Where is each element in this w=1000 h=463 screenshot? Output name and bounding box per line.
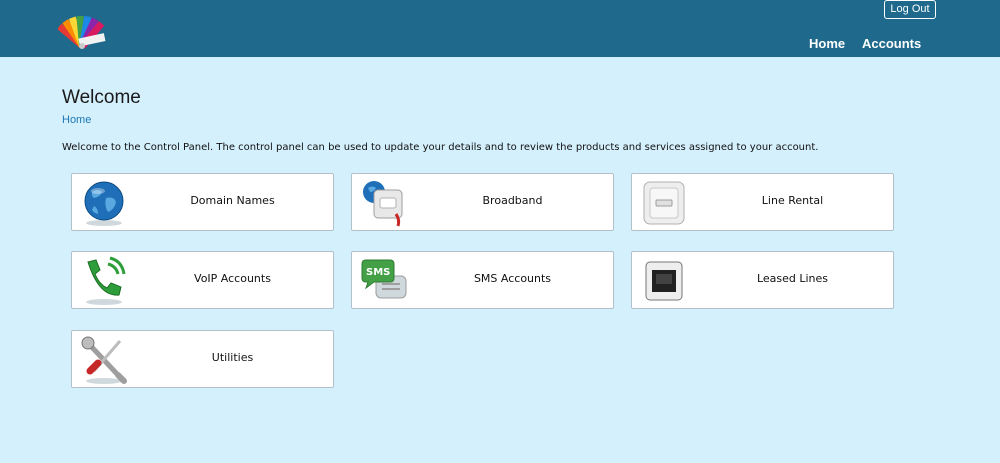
tools-icon bbox=[80, 335, 128, 385]
nav-accounts[interactable]: Accounts bbox=[862, 36, 921, 51]
logout-button[interactable]: Log Out bbox=[884, 0, 936, 19]
tile-broadband[interactable]: Broadband bbox=[351, 173, 614, 231]
tile-label: Domain Names bbox=[190, 194, 275, 207]
tile-label: VoIP Accounts bbox=[194, 272, 271, 285]
nav-home[interactable]: Home bbox=[809, 36, 845, 51]
globe-icon bbox=[80, 178, 128, 228]
sms-bubble-icon: SMS bbox=[360, 256, 408, 306]
page-title: Welcome bbox=[62, 87, 141, 108]
tile-label: Leased Lines bbox=[756, 272, 829, 285]
top-bar: Log Out Home Accounts bbox=[0, 0, 1000, 57]
ethernet-port-icon bbox=[640, 256, 688, 306]
tile-leased-lines[interactable]: Leased Lines bbox=[631, 251, 894, 309]
phone-socket-icon bbox=[640, 178, 688, 228]
logo-icon[interactable] bbox=[57, 12, 112, 52]
tile-label: SMS Accounts bbox=[473, 272, 552, 285]
intro-text: Welcome to the Control Panel. The contro… bbox=[62, 142, 819, 153]
tile-voip-accounts[interactable]: VoIP Accounts bbox=[71, 251, 334, 309]
tile-sms-accounts[interactable]: SMS SMS Accounts bbox=[351, 251, 614, 309]
tile-line-rental[interactable]: Line Rental bbox=[631, 173, 894, 231]
tile-label: Broadband bbox=[482, 194, 543, 207]
tile-label: Utilities bbox=[211, 351, 254, 364]
broadband-router-icon bbox=[360, 178, 408, 228]
voip-phone-icon bbox=[80, 256, 128, 306]
tile-utilities[interactable]: Utilities bbox=[71, 330, 334, 388]
breadcrumb-home[interactable]: Home bbox=[62, 114, 91, 126]
tile-domain-names[interactable]: Domain Names bbox=[71, 173, 334, 231]
svg-text:SMS: SMS bbox=[366, 267, 390, 278]
tile-label: Line Rental bbox=[761, 194, 824, 207]
